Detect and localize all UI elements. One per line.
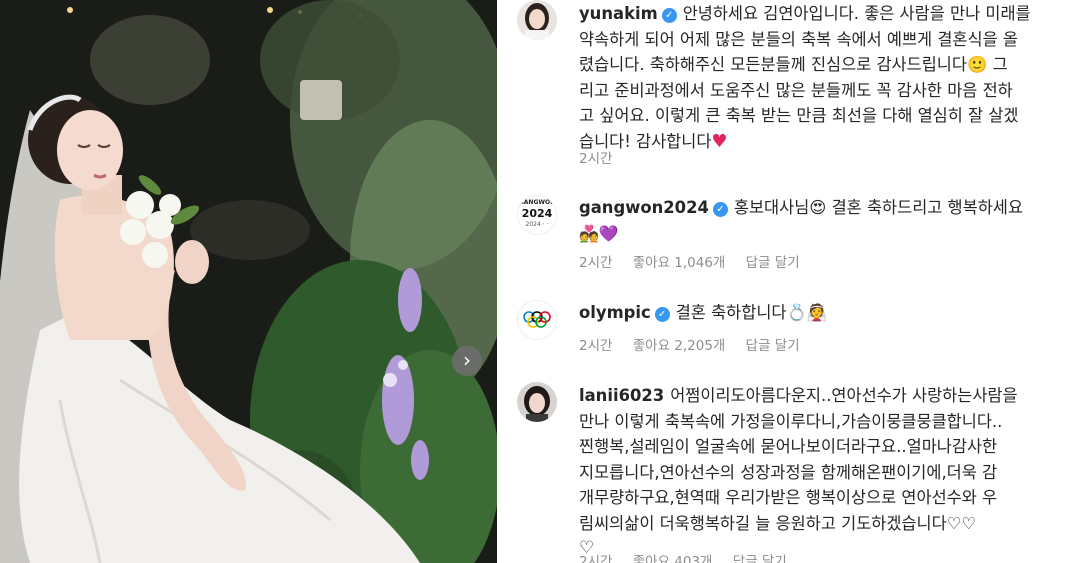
username[interactable]: yunakim bbox=[579, 4, 658, 23]
comment-body: olympic ✓ 결혼 축하합니다💍👰 bbox=[579, 300, 1075, 326]
comment-text-line: 리고 준비과정에서 도움주신 많은 분들께도 꼭 감사한 마음 전하 bbox=[579, 80, 1013, 100]
comment-text-line: 약속하게 되어 어제 많은 분들의 축복 속에서 예쁘게 결혼식을 올 bbox=[579, 29, 1018, 49]
comment-meta: 2시간 좋아요 1,046개 답글 달기 bbox=[579, 251, 816, 271]
red-heart-icon: ♥ bbox=[711, 130, 728, 152]
comment-text-line: 결혼 축하합니다💍👰 bbox=[675, 303, 828, 322]
username[interactable]: lanii6023 bbox=[579, 386, 664, 405]
avatar-olympic[interactable] bbox=[517, 300, 557, 340]
comment-body: lanii6023 어쩜이리도아름다운지..연아선수가 사랑하는사람을 만나 이렇… bbox=[579, 383, 1075, 562]
comment-text-line: 만나 이렇게 축복속에 가정을이루다니,가슴이뭉클뭉클합니다.. bbox=[579, 411, 1003, 431]
comment-text-line: 개무량하구요,현역때 우리가받은 행복이상으로 연아선수와 우 bbox=[579, 488, 998, 507]
comment-text-line: 림씨의삶이 더욱행복하길 늘 응원하고 기도하겠습니다♡♡ bbox=[579, 513, 977, 533]
comment-text-line: 지모릅니다,연아선수의 성장과정을 함께해온팬이기에,더욱 감 bbox=[579, 462, 998, 482]
chevron-right-icon: › bbox=[463, 348, 471, 372]
post-photo: › bbox=[0, 0, 497, 563]
comment-text-line: 렸습니다. 축하해주신 모든분들께 진심으로 감사드립니다🙂 그 bbox=[579, 55, 1008, 74]
verified-badge-icon: ✓ bbox=[654, 307, 670, 322]
comment-text-line: 찐행복,설레임이 얼굴속에 묻어나보이더라구요..얼마나감사한 bbox=[579, 437, 998, 456]
avatar-logo-year: 2024 bbox=[521, 207, 553, 220]
reply-button[interactable]: 답글 달기 bbox=[746, 338, 800, 354]
olympic-rings-icon bbox=[523, 311, 551, 328]
comments-panel: yunakim ✓ 안녕하세요 김연아입니다. 좋은 사람을 만나 미래를 약속하게… bbox=[497, 0, 1075, 563]
avatar-logo-bottom: 2024 · · bbox=[525, 221, 549, 228]
reply-button[interactable]: 답글 달기 bbox=[733, 554, 787, 563]
comment-body: yunakim ✓ 안녕하세요 김연아입니다. 좋은 사람을 만나 미래를 약속하게… bbox=[579, 1, 1075, 154]
username[interactable]: olympic bbox=[579, 303, 651, 322]
wedding-photo-illustration bbox=[0, 0, 497, 563]
comment-meta: 2시간 bbox=[579, 147, 628, 167]
comment-text-line: 홍보대사님😍 결혼 축하드리고 행복하세요 bbox=[733, 198, 1023, 217]
comment-time: 2시간 bbox=[579, 255, 613, 271]
like-count[interactable]: 좋아요 1,046개 bbox=[633, 255, 726, 271]
comment-meta: 2시간 좋아요 403개 답글 달기 bbox=[579, 550, 803, 563]
avatar-lanii6023[interactable] bbox=[517, 382, 557, 422]
avatar-yunakim[interactable] bbox=[517, 0, 557, 40]
comment-body: gangwon2024 ✓ 홍보대사님😍 결혼 축하드리고 행복하세요 💑💜 bbox=[579, 195, 1075, 246]
username[interactable]: gangwon2024 bbox=[579, 198, 709, 217]
reply-button[interactable]: 답글 달기 bbox=[746, 255, 800, 271]
comment-text-line: 💑💜 bbox=[579, 223, 619, 243]
comment-time: 2시간 bbox=[579, 151, 613, 167]
avatar-logo-top: GANGWON bbox=[518, 199, 556, 206]
avatar-gangwon2024[interactable]: GANGWON 2024 2024 · · bbox=[517, 195, 557, 235]
like-count[interactable]: 좋아요 403개 bbox=[633, 554, 713, 563]
avatar-photo-icon bbox=[517, 0, 557, 40]
comment-text-line: 안녕하세요 김연아입니다. 좋은 사람을 만나 미래를 bbox=[682, 4, 1031, 23]
verified-badge-icon: ✓ bbox=[661, 8, 677, 23]
comment-meta: 2시간 좋아요 2,205개 답글 달기 bbox=[579, 334, 816, 354]
next-photo-button[interactable]: › bbox=[452, 346, 482, 376]
avatar-photo-icon bbox=[517, 382, 557, 422]
verified-badge-icon: ✓ bbox=[712, 202, 728, 217]
comment-time: 2시간 bbox=[579, 338, 613, 354]
comment-text-line: 어쩜이리도아름다운지..연아선수가 사랑하는사람을 bbox=[670, 386, 1018, 405]
like-count[interactable]: 좋아요 2,205개 bbox=[633, 338, 726, 354]
comment-time: 2시간 bbox=[579, 554, 613, 563]
comment-text-line: 고 싶어요. 이렇게 큰 축복 받는 만큼 최선을 다해 열심히 잘 살겠 bbox=[579, 106, 1019, 125]
